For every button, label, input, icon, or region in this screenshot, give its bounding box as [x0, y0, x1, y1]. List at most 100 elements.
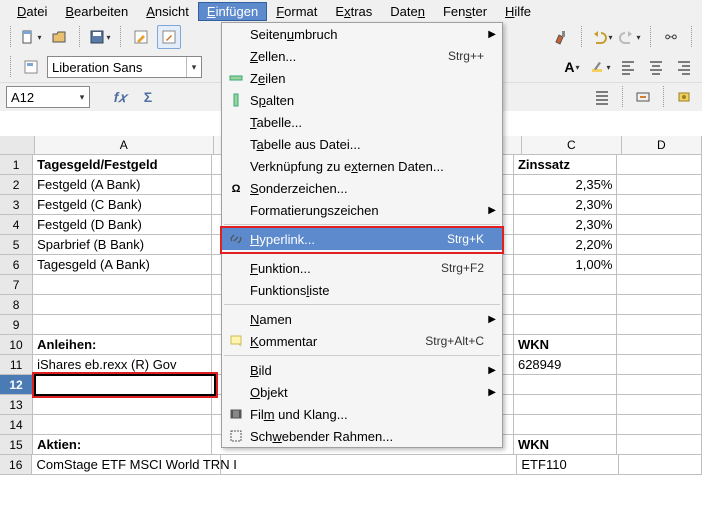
cell[interactable]: 2,30%	[514, 195, 617, 215]
cell[interactable]	[514, 375, 617, 395]
font-color-button[interactable]: A▾	[560, 55, 584, 79]
currency-button[interactable]	[672, 85, 696, 109]
cell[interactable]	[514, 395, 617, 415]
styles-button[interactable]	[19, 55, 43, 79]
menu-item[interactable]: Schwebender Rahmen...	[222, 425, 502, 447]
cell[interactable]: 2,20%	[514, 235, 617, 255]
menu-item[interactable]: Verknüpfung zu externen Daten...	[222, 155, 502, 177]
menu-item[interactable]: Format	[267, 2, 326, 21]
brush-button[interactable]	[549, 25, 573, 49]
menu-item[interactable]: Daten	[381, 2, 434, 21]
row-header[interactable]: 12	[0, 375, 33, 395]
cell[interactable]: Sparbrief (B Bank)	[33, 235, 212, 255]
cell[interactable]: Zinssatz	[514, 155, 617, 175]
cell[interactable]: ComStage ETF MSCI World TRN I	[32, 455, 221, 475]
cell[interactable]	[617, 415, 702, 435]
cell[interactable]	[617, 155, 702, 175]
highlight-button[interactable]: ▾	[588, 55, 612, 79]
cell[interactable]	[617, 355, 702, 375]
menu-item[interactable]: Formatierungszeichen▶	[222, 199, 502, 221]
edit-button[interactable]	[129, 25, 153, 49]
menu-item[interactable]: KommentarStrg+Alt+C	[222, 330, 502, 352]
cell[interactable]	[617, 255, 702, 275]
cell[interactable]	[619, 455, 702, 475]
menu-item[interactable]: Objekt▶	[222, 381, 502, 403]
edit-mode-button[interactable]	[157, 25, 181, 49]
menu-item[interactable]: Hilfe	[496, 2, 540, 21]
row-header[interactable]: 14	[0, 415, 33, 435]
row-header[interactable]: 5	[0, 235, 33, 255]
cell[interactable]: 628949	[514, 355, 617, 375]
cell[interactable]	[617, 435, 702, 455]
cell[interactable]: Anleihen:	[33, 335, 212, 355]
cell[interactable]: 2,30%	[514, 215, 617, 235]
insert-menu[interactable]: Seitenumbruch▶Zellen...Strg++ZeilenSpalt…	[221, 22, 503, 448]
row-header[interactable]: 8	[0, 295, 33, 315]
row-header[interactable]: 9	[0, 315, 33, 335]
menu-item[interactable]: Extras	[326, 2, 381, 21]
row-header[interactable]: 10	[0, 335, 33, 355]
menu-item[interactable]: Zellen...Strg++	[222, 45, 502, 67]
open-button[interactable]	[47, 25, 71, 49]
redo-button[interactable]: ▾	[618, 25, 642, 49]
menu-item[interactable]: Zeilen	[222, 67, 502, 89]
align-right-button[interactable]	[672, 55, 696, 79]
cell[interactable]	[33, 275, 212, 295]
menu-item[interactable]: Seitenumbruch▶	[222, 23, 502, 45]
cell[interactable]: 1,00%	[514, 255, 617, 275]
cell[interactable]	[617, 335, 702, 355]
row-header[interactable]: 3	[0, 195, 33, 215]
cell-reference-dropdown[interactable]: ▾	[75, 87, 89, 107]
menu-item[interactable]: Bild▶	[222, 359, 502, 381]
cell[interactable]	[617, 175, 702, 195]
cell[interactable]	[33, 375, 212, 395]
row-header[interactable]: 16	[0, 455, 32, 475]
row-header[interactable]: 4	[0, 215, 33, 235]
menu-item[interactable]: Einfügen	[198, 2, 267, 21]
menu-item[interactable]: Spalten	[222, 89, 502, 111]
row-header[interactable]: 1	[0, 155, 33, 175]
menu-item[interactable]: Ansicht	[137, 2, 198, 21]
align-left-button[interactable]	[616, 55, 640, 79]
menu-item[interactable]: Datei	[8, 2, 56, 21]
cell[interactable]: 2,35%	[514, 175, 617, 195]
table-row[interactable]: 16ComStage ETF MSCI World TRN I ETF110	[0, 455, 702, 475]
select-all-corner[interactable]	[0, 136, 35, 154]
cell[interactable]	[617, 395, 702, 415]
cell[interactable]	[514, 415, 617, 435]
cell[interactable]	[617, 375, 702, 395]
font-name-dropdown[interactable]: ▾	[186, 57, 201, 77]
cell[interactable]	[514, 295, 617, 315]
cell[interactable]: Tagesgeld (A Bank)	[33, 255, 212, 275]
cell[interactable]: Festgeld (A Bank)	[33, 175, 212, 195]
cell[interactable]	[33, 315, 212, 335]
cell[interactable]: Festgeld (D Bank)	[33, 215, 212, 235]
menu-item[interactable]: Hyperlink...Strg+K	[222, 228, 502, 250]
cell[interactable]: WKN	[514, 435, 617, 455]
cell[interactable]: ETF110	[517, 455, 619, 475]
row-header[interactable]: 15	[0, 435, 33, 455]
cell[interactable]	[33, 295, 212, 315]
cell[interactable]: Festgeld (C Bank)	[33, 195, 212, 215]
cell[interactable]: Aktien:	[33, 435, 212, 455]
cell-reference-box[interactable]: ▾	[6, 86, 90, 108]
new-button[interactable]: ▾	[19, 25, 43, 49]
fx-button[interactable]: f𝑥	[108, 85, 132, 109]
cell[interactable]	[617, 315, 702, 335]
menu-item[interactable]: Tabelle...	[222, 111, 502, 133]
cell[interactable]	[33, 415, 212, 435]
cell[interactable]	[617, 295, 702, 315]
cell[interactable]	[617, 235, 702, 255]
menu-item[interactable]: Namen▶	[222, 308, 502, 330]
column-header[interactable]: C	[522, 136, 622, 154]
cell-reference-input[interactable]	[7, 88, 75, 106]
align-center-button[interactable]	[644, 55, 668, 79]
row-header[interactable]: 6	[0, 255, 33, 275]
cell[interactable]	[617, 275, 702, 295]
cell[interactable]: WKN	[514, 335, 617, 355]
menu-item[interactable]: Tabelle aus Datei...	[222, 133, 502, 155]
save-button[interactable]: ▾	[88, 25, 112, 49]
merge-button[interactable]	[631, 85, 655, 109]
align-justify-button[interactable]	[590, 85, 614, 109]
cell[interactable]: iShares eb.rexx (R) Gov	[33, 355, 212, 375]
